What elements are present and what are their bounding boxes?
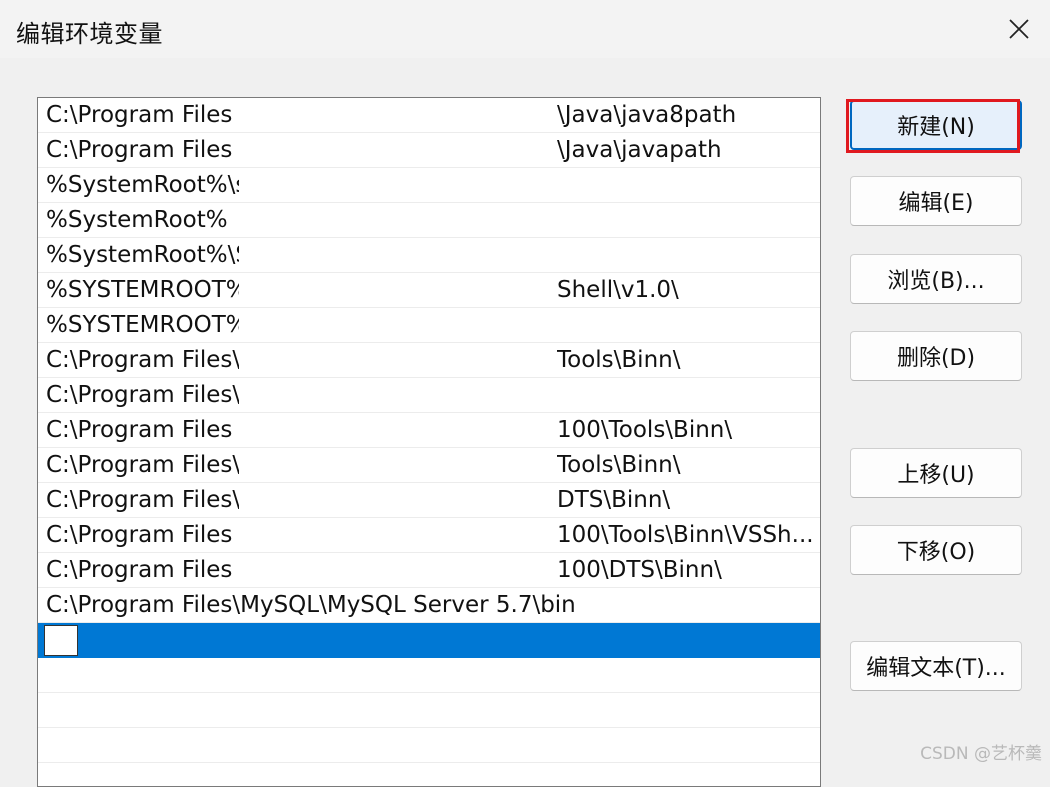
path-start: %SystemRoot%\s (46, 172, 248, 198)
path-start: C:\Program Files (46, 137, 233, 163)
path-start: C:\Program Files (46, 417, 233, 443)
list-item[interactable]: C:\Program Files 100\DTS\Binn\ (38, 553, 820, 588)
close-icon (1009, 19, 1029, 39)
list-item-empty[interactable] (38, 728, 820, 763)
path-start: C:\Program Files\ (46, 452, 241, 478)
path-list[interactable]: C:\Program Files \Java\java8path C:\Prog… (37, 97, 821, 787)
move-down-button[interactable]: 下移(O) (850, 525, 1022, 575)
list-item-empty[interactable] (38, 658, 820, 693)
redaction-mask (239, 518, 555, 552)
redaction-mask (239, 448, 555, 482)
redaction-mask (239, 378, 555, 412)
redaction-mask (239, 133, 555, 167)
list-item[interactable]: C:\Program Files 100\Tools\Binn\VSSh... (38, 518, 820, 553)
close-button[interactable] (988, 0, 1050, 58)
title-bar: 编辑环境变量 (0, 0, 1050, 58)
path-end: Tools\Binn\ (557, 347, 681, 373)
list-item[interactable]: %SystemRoot% (38, 203, 820, 238)
list-item[interactable]: C:\Program Files \Java\java8path (38, 98, 820, 133)
list-item[interactable]: C:\Program Files\ (38, 378, 820, 413)
path-full: C:\Program Files\MySQL\MySQL Server 5.7\… (46, 592, 576, 618)
watermark: CSDN @艺杯羹 (920, 744, 1042, 764)
list-item[interactable]: %SystemRoot%\s (38, 168, 820, 203)
edit-button[interactable]: 编辑(E) (850, 176, 1022, 226)
path-start: C:\Program Files\ (46, 382, 241, 408)
redaction-mask (239, 413, 555, 447)
redaction-mask (239, 553, 555, 587)
redaction-mask (239, 168, 555, 202)
list-item-selected[interactable] (38, 623, 820, 658)
path-start: C:\Program Files (46, 102, 233, 128)
path-end: 100\DTS\Binn\ (557, 557, 722, 583)
window-title: 编辑环境变量 (16, 20, 163, 48)
list-item-empty[interactable] (38, 693, 820, 728)
path-end: \Java\java8path (557, 102, 737, 128)
list-item[interactable]: %SystemRoot%\S (38, 238, 820, 273)
delete-button[interactable]: 删除(D) (850, 331, 1022, 381)
list-item[interactable]: C:\Program Files\ Tools\Binn\ (38, 448, 820, 483)
path-end: \Java\javapath (557, 137, 722, 163)
path-end: 100\Tools\Binn\VSSh... (557, 522, 814, 548)
redaction-mask (239, 203, 555, 237)
redaction-mask (239, 483, 555, 517)
browse-button[interactable]: 浏览(B)... (850, 254, 1022, 304)
path-start: C:\Program Files\ (46, 347, 241, 373)
path-start: %SystemRoot% (46, 207, 228, 233)
path-end: Shell\v1.0\ (557, 277, 679, 303)
redaction-mask (239, 98, 555, 132)
list-item[interactable]: C:\Program Files \Java\javapath (38, 133, 820, 168)
redaction-mask (239, 308, 555, 342)
path-end: DTS\Binn\ (557, 487, 671, 513)
list-item[interactable]: %SYSTEMROOT% (38, 308, 820, 343)
redaction-mask (239, 343, 555, 377)
path-start: %SystemRoot%\S (46, 242, 250, 268)
list-item[interactable]: C:\Program Files\MySQL\MySQL Server 5.7\… (38, 588, 820, 623)
list-item[interactable]: C:\Program Files\ Tools\Binn\ (38, 343, 820, 378)
list-item[interactable]: %SYSTEMROOT% Shell\v1.0\ (38, 273, 820, 308)
redaction-mask (239, 273, 555, 307)
path-end: Tools\Binn\ (557, 452, 681, 478)
path-start: C:\Program Files (46, 557, 233, 583)
path-start: %SYSTEMROOT% (46, 277, 248, 303)
path-start: %SYSTEMROOT% (46, 312, 248, 338)
edit-text-button[interactable]: 编辑文本(T)... (850, 641, 1022, 691)
move-up-button[interactable]: 上移(U) (850, 448, 1022, 498)
path-start: C:\Program Files\ (46, 487, 241, 513)
new-button[interactable]: 新建(N) (850, 100, 1022, 150)
list-item[interactable]: C:\Program Files 100\Tools\Binn\ (38, 413, 820, 448)
list-item[interactable]: C:\Program Files\ DTS\Binn\ (38, 483, 820, 518)
new-entry-input[interactable] (44, 625, 78, 656)
path-start: C:\Program Files (46, 522, 233, 548)
path-end: 100\Tools\Binn\ (557, 417, 733, 443)
redaction-mask (239, 238, 555, 272)
